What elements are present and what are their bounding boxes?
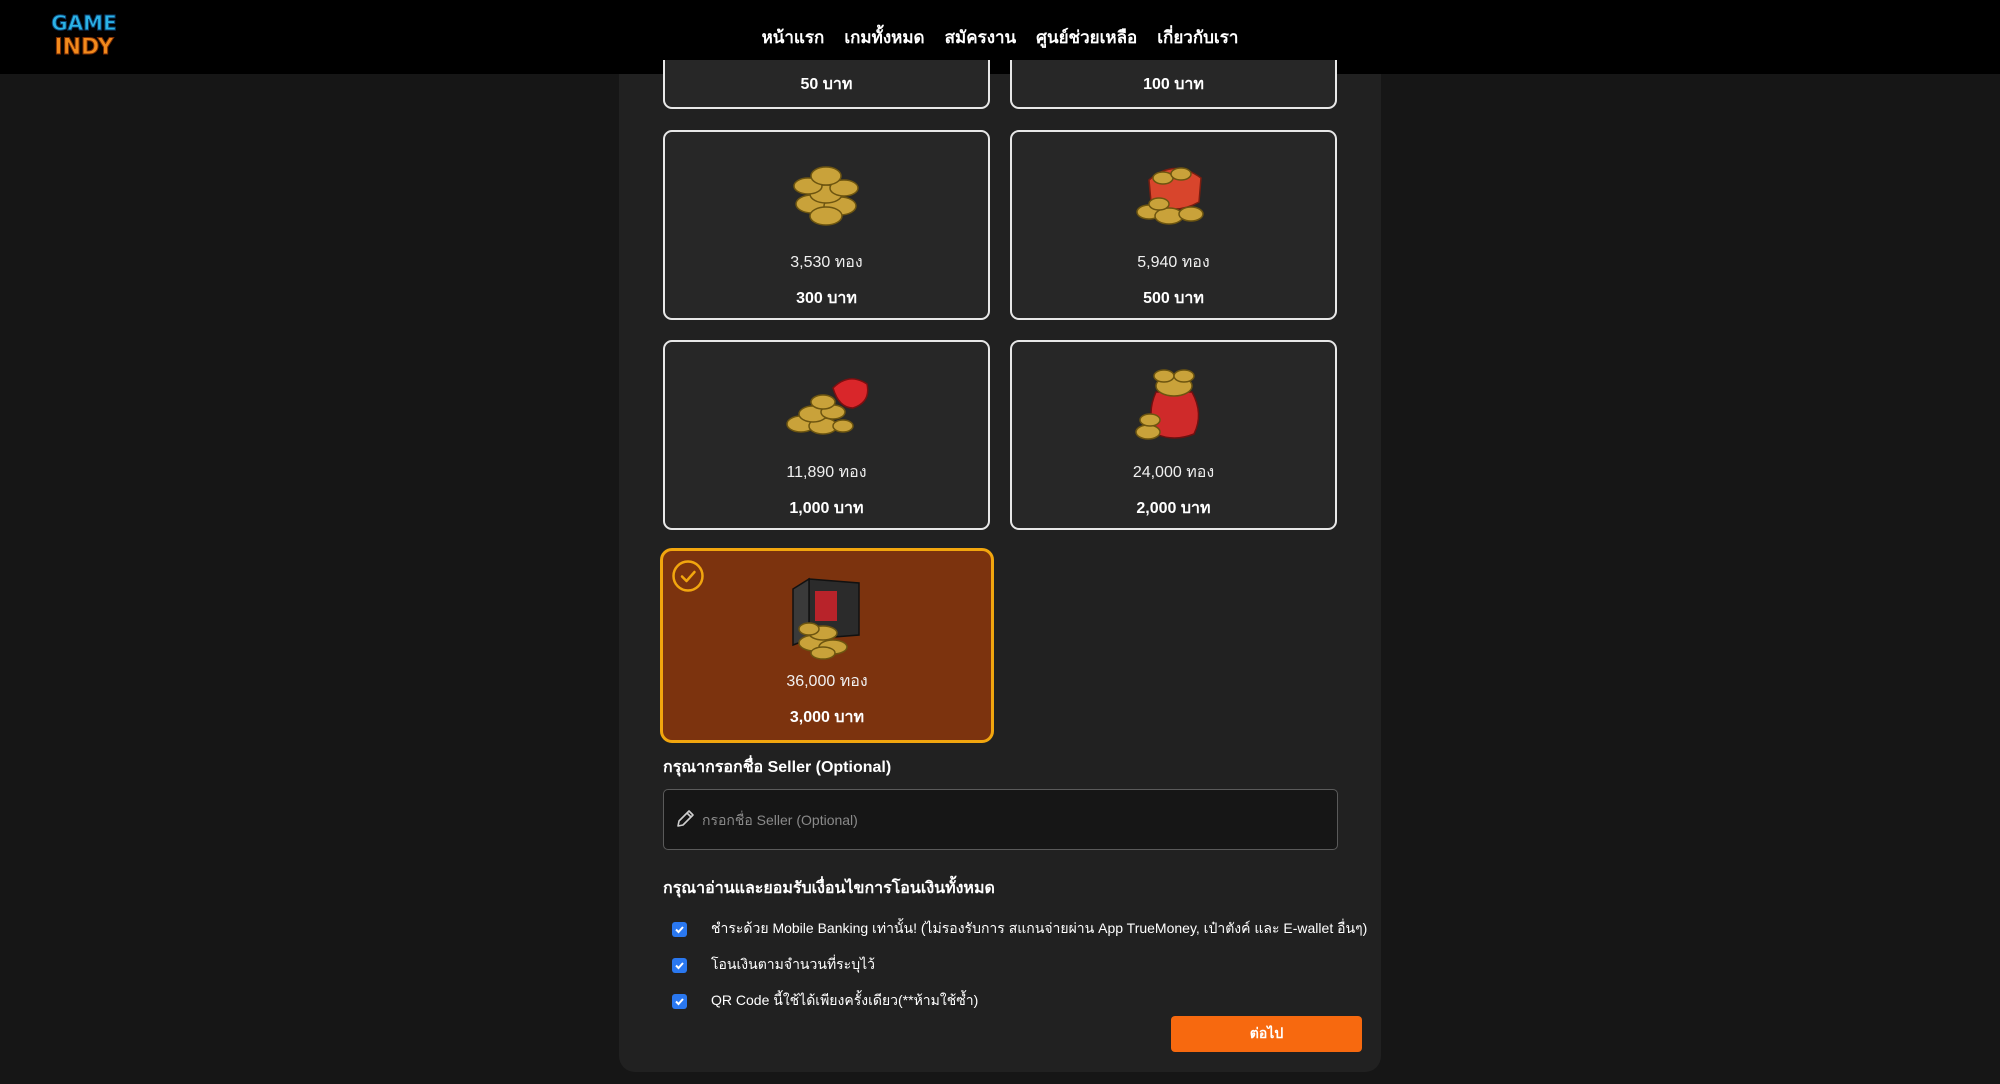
nav-careers[interactable]: สมัครงาน: [945, 20, 1017, 55]
seller-label: กรุณากรอกชื่อ Seller (Optional): [663, 759, 892, 776]
selected-check-icon: [672, 560, 704, 592]
nav-home[interactable]: หน้าแรก: [762, 20, 825, 55]
term-text: QR Code นี้ใช้ได้เพียงครั้งเดียว(**ห้ามใ…: [711, 992, 979, 1008]
package-card-500[interactable]: 5,940 ทอง 500 บาท: [1010, 130, 1337, 320]
term-checkbox[interactable]: [672, 957, 687, 973]
coin-pile-icon: [792, 166, 859, 226]
package-card-300[interactable]: 3,530 ทอง 300 บาท: [663, 130, 990, 320]
term-text: โอนเงินตามจำนวนที่ระบุไว้: [711, 956, 875, 972]
package-price: 2,000 บาท: [1136, 500, 1211, 517]
package-price: 50 บาท: [800, 76, 853, 93]
package-price: 3,000 บาท: [789, 709, 865, 726]
checkmark-icon: [675, 997, 684, 1005]
package-card-50[interactable]: 50 บาท: [663, 60, 990, 109]
next-button[interactable]: ต่อไป: [1171, 1016, 1362, 1052]
term-row: โอนเงินตามจำนวนที่ระบุไว้: [672, 954, 875, 976]
package-card-1000[interactable]: 11,890 ทอง 1,000 บาท: [663, 340, 990, 530]
spilled-coin-bag-icon: [785, 378, 868, 435]
package-price: 500 บาท: [1143, 290, 1204, 307]
nav-about-us[interactable]: เกี่ยวกับเรา: [1157, 20, 1238, 55]
term-row: QR Code นี้ใช้ได้เพียงครั้งเดียว(**ห้ามใ…: [672, 990, 978, 1012]
package-price: 300 บาท: [796, 290, 857, 307]
main-nav: หน้าแรก เกมทั้งหมด สมัครงาน ศูนย์ช่วยเหล…: [0, 20, 2000, 55]
coin-purse-icon: [1135, 167, 1204, 225]
red-coin-sack-icon: [1134, 369, 1199, 440]
seller-input[interactable]: [702, 790, 1322, 849]
term-text: ชำระด้วย Mobile Banking เท่านั้น! (ไม่รอ…: [711, 920, 1368, 936]
checkmark-icon: [675, 961, 684, 969]
term-checkbox[interactable]: [672, 993, 687, 1009]
package-card-100[interactable]: 100 บาท: [1010, 60, 1337, 109]
terms-heading: กรุณาอ่านและยอมรับเงื่อนไขการโอนเงินทั้ง…: [663, 880, 995, 897]
top-header: GAME INDY หน้าแรก เกมทั้งหมด สมัครงาน ศู…: [0, 0, 2000, 74]
nav-help-center[interactable]: ศูนย์ช่วยเหลือ: [1036, 20, 1137, 55]
treasure-safe-icon: [792, 577, 860, 660]
nav-all-games[interactable]: เกมทั้งหมด: [844, 20, 924, 55]
seller-input-box: [663, 789, 1338, 850]
term-checkbox[interactable]: [672, 921, 687, 937]
package-gold: 5,940 ทอง: [1137, 254, 1210, 271]
package-gold: 36,000 ทอง: [786, 673, 868, 690]
checkmark-icon: [675, 925, 684, 933]
package-price: 100 บาท: [1143, 76, 1204, 93]
package-card-2000[interactable]: 24,000 ทอง 2,000 บาท: [1010, 340, 1337, 530]
package-gold: 24,000 ทอง: [1132, 464, 1215, 481]
package-gold: 3,530 ทอง: [790, 254, 863, 271]
package-price: 1,000 บาท: [789, 500, 864, 517]
pencil-icon: [677, 810, 694, 827]
term-row: ชำระด้วย Mobile Banking เท่านั้น! (ไม่รอ…: [672, 918, 1367, 940]
package-card-3000[interactable]: 36,000 ทอง 3,000 บาท: [660, 548, 994, 743]
package-gold: 11,890 ทอง: [786, 464, 867, 481]
